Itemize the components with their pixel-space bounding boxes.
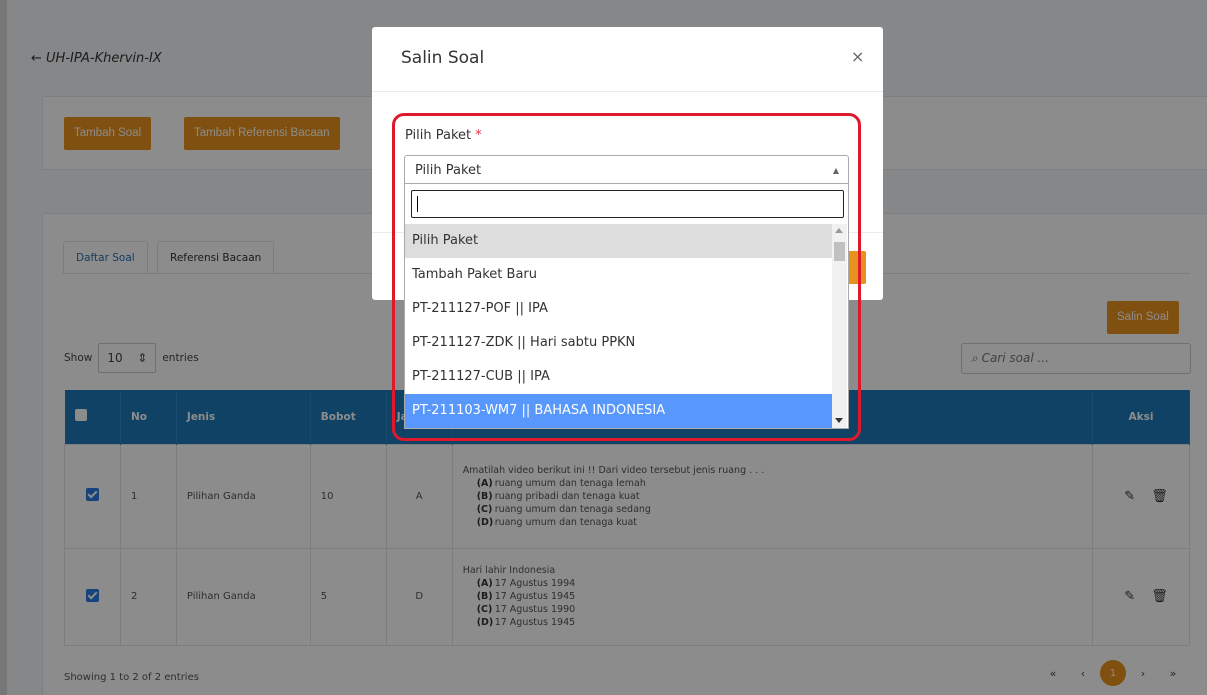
highlight-outline (392, 113, 861, 441)
modal-header-divider (372, 91, 883, 92)
close-icon[interactable]: × (851, 47, 864, 66)
modal-title: Salin Soal (401, 48, 485, 68)
